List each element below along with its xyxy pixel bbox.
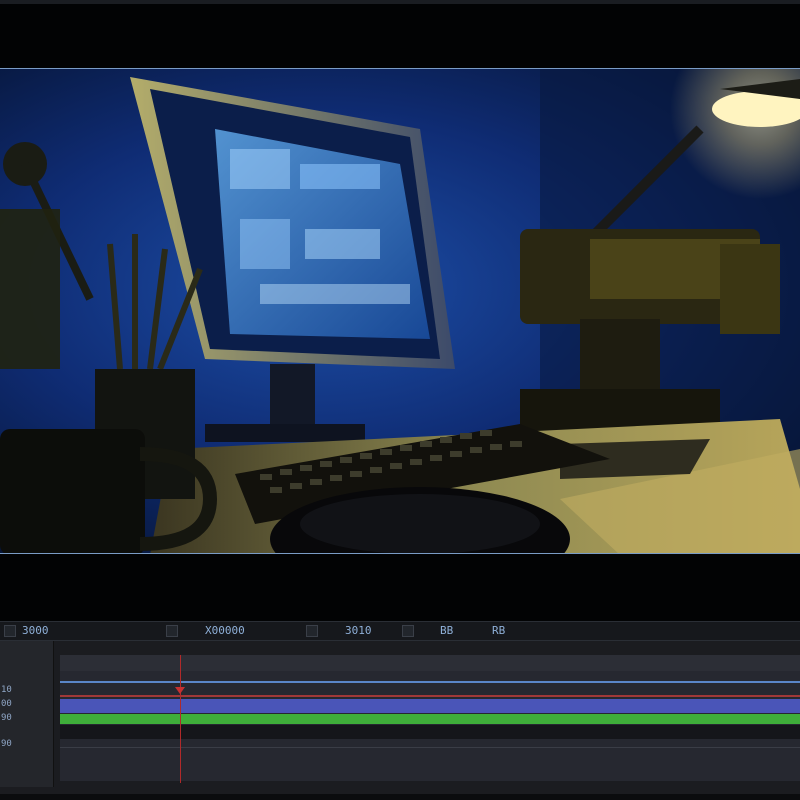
timeline-tracks[interactable] xyxy=(60,655,800,781)
top-menu-strip xyxy=(0,0,800,4)
track-header-label: 90 xyxy=(1,739,12,749)
toolbar-label-2[interactable]: RB xyxy=(492,622,505,640)
timecode-center[interactable]: X00000 xyxy=(205,622,245,640)
status-bar xyxy=(0,794,800,800)
empty-track[interactable] xyxy=(60,725,800,739)
square-icon[interactable] xyxy=(306,625,318,637)
track-header-column: 10 00 90 90 xyxy=(0,641,54,787)
marker-line xyxy=(60,695,800,697)
video-track-clip[interactable] xyxy=(60,699,800,713)
timeline-ruler[interactable] xyxy=(60,655,800,671)
preview-viewer[interactable] xyxy=(0,68,800,554)
square-icon[interactable] xyxy=(402,625,414,637)
toolbar-label-1[interactable]: BB xyxy=(440,622,453,640)
timecode-right[interactable]: 3010 xyxy=(345,622,372,640)
audio-track-clip[interactable] xyxy=(60,714,800,724)
playhead-line[interactable] xyxy=(180,655,181,783)
track-header-label: 10 xyxy=(1,685,12,695)
timeline-toolbar: 3000 X00000 3010 BB RB xyxy=(0,621,800,641)
playhead-marker-icon[interactable] xyxy=(175,687,185,694)
track-header-label: 90 xyxy=(1,713,12,723)
track-header-label: 00 xyxy=(1,699,12,709)
track-divider xyxy=(60,681,800,683)
track-divider xyxy=(60,747,800,748)
preview-frame-image xyxy=(0,69,800,553)
timeline-panel: 10 00 90 90 xyxy=(0,641,800,794)
square-icon[interactable] xyxy=(4,625,16,637)
timecode-left[interactable]: 3000 xyxy=(22,622,49,640)
square-icon[interactable] xyxy=(166,625,178,637)
